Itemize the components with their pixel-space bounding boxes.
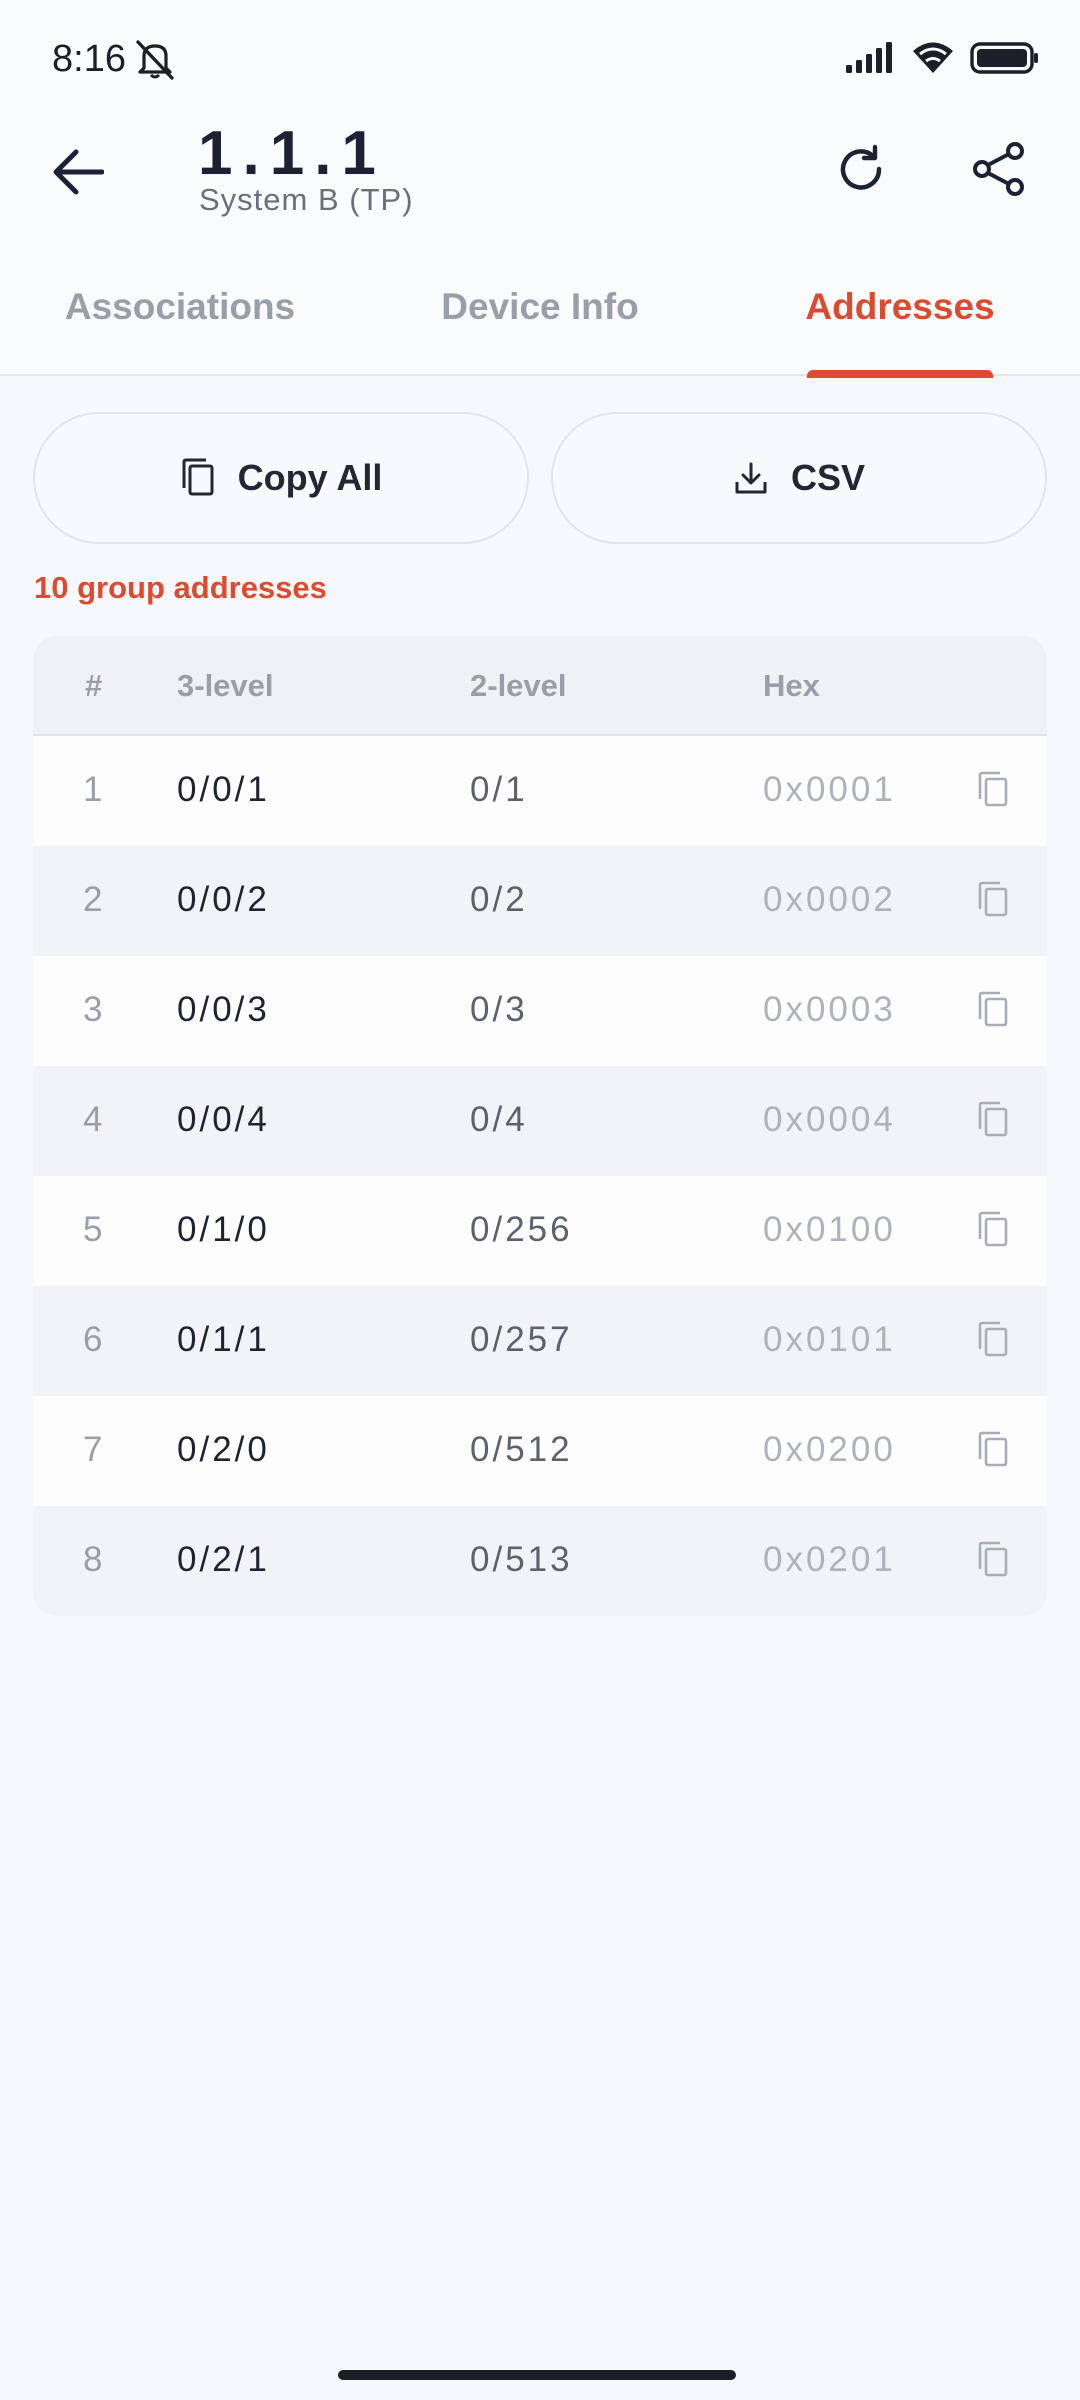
table-row: 4 0/0/4 0/4 0x0004 xyxy=(33,1066,1047,1176)
header-2-level: 2-level xyxy=(470,668,567,703)
copy-icon xyxy=(978,1431,1008,1467)
address-3-level: 0/1/0 xyxy=(177,1210,270,1249)
tab-addresses[interactable]: Addresses xyxy=(790,286,1010,328)
address-3-level: 0/0/3 xyxy=(177,990,270,1029)
table-row: 1 0/0/1 0/1 0x0001 xyxy=(33,736,1047,846)
copy-address-button[interactable] xyxy=(971,1098,1015,1142)
row-number: 8 xyxy=(83,1540,103,1579)
status-bar: 8:16 xyxy=(0,0,1080,120)
copy-address-button[interactable] xyxy=(971,878,1015,922)
page-title: 1.1.1 xyxy=(198,119,386,188)
address-hex: 0x0003 xyxy=(763,990,896,1029)
copy-address-button[interactable] xyxy=(971,1318,1015,1362)
address-3-level: 0/0/4 xyxy=(177,1100,270,1139)
table-header: # 3-level 2-level Hex xyxy=(33,636,1047,736)
address-2-level: 0/513 xyxy=(470,1540,573,1579)
address-2-level: 0/3 xyxy=(470,990,528,1029)
copy-address-button[interactable] xyxy=(971,988,1015,1032)
address-2-level: 0/4 xyxy=(470,1100,528,1139)
header-3-level: 3-level xyxy=(177,668,274,703)
copy-all-label: Copy All xyxy=(237,457,383,498)
address-2-level: 0/2 xyxy=(470,880,528,919)
header-number: # xyxy=(85,668,103,703)
copy-all-button[interactable]: Copy All xyxy=(33,412,529,544)
address-hex: 0x0101 xyxy=(763,1320,896,1359)
csv-label: CSV xyxy=(790,457,866,498)
share-button[interactable] xyxy=(966,136,1032,202)
address-hex: 0x0100 xyxy=(763,1210,896,1249)
tab-bar: Associations Device Info Addresses xyxy=(0,250,1080,376)
app-bar xyxy=(0,120,1080,250)
address-2-level: 0/256 xyxy=(470,1210,573,1249)
address-hex: 0x0004 xyxy=(763,1100,896,1139)
download-icon xyxy=(735,462,767,494)
signal-icon xyxy=(844,41,896,80)
battery-icon xyxy=(970,41,1040,80)
copy-icon xyxy=(978,1321,1008,1357)
active-tab-indicator xyxy=(807,370,993,378)
row-number: 4 xyxy=(83,1100,103,1139)
home-indicator[interactable] xyxy=(338,2370,736,2380)
table-row: 7 0/2/0 0/512 0x0200 xyxy=(33,1396,1047,1506)
address-hex: 0x0200 xyxy=(763,1430,896,1469)
status-indicators xyxy=(844,40,1040,81)
address-2-level: 0/257 xyxy=(470,1320,573,1359)
tab-device-info[interactable]: Device Info xyxy=(420,286,660,328)
copy-icon xyxy=(978,771,1008,807)
address-hex: 0x0001 xyxy=(763,770,896,809)
copy-icon xyxy=(978,1101,1008,1137)
address-3-level: 0/0/2 xyxy=(177,880,270,919)
copy-icon xyxy=(182,458,214,496)
table-row: 8 0/2/1 0/513 0x0201 xyxy=(33,1506,1047,1616)
row-number: 5 xyxy=(83,1210,103,1249)
status-time: 8:16 xyxy=(52,38,126,80)
bell-off-icon xyxy=(132,38,178,80)
row-number: 2 xyxy=(83,880,103,919)
copy-icon xyxy=(978,1541,1008,1577)
address-table: # 3-level 2-level Hex 1 0/0/1 0/1 0x0001… xyxy=(33,636,1047,1616)
row-number: 1 xyxy=(83,770,103,809)
copy-icon xyxy=(978,991,1008,1027)
table-row: 6 0/1/1 0/257 0x0101 xyxy=(33,1286,1047,1396)
table-row: 3 0/0/3 0/3 0x0003 xyxy=(33,956,1047,1066)
group-address-count: 10 group addresses xyxy=(34,570,327,605)
wifi-icon xyxy=(910,40,956,81)
back-button[interactable] xyxy=(48,142,108,202)
address-3-level: 0/2/1 xyxy=(177,1540,270,1579)
copy-address-button[interactable] xyxy=(971,1428,1015,1472)
copy-icon xyxy=(978,881,1008,917)
row-number: 6 xyxy=(83,1320,103,1359)
address-2-level: 0/512 xyxy=(470,1430,573,1469)
csv-export-button[interactable]: CSV xyxy=(551,412,1047,544)
address-3-level: 0/2/0 xyxy=(177,1430,270,1469)
copy-icon xyxy=(978,1211,1008,1247)
page-subtitle: System B (TP) xyxy=(199,182,414,217)
row-number: 3 xyxy=(83,990,103,1029)
refresh-icon xyxy=(840,144,882,190)
address-2-level: 0/1 xyxy=(470,770,528,809)
refresh-button[interactable] xyxy=(828,136,894,202)
address-3-level: 0/1/1 xyxy=(177,1320,270,1359)
table-row: 5 0/1/0 0/256 0x0100 xyxy=(33,1176,1047,1286)
header-hex: Hex xyxy=(763,668,820,703)
copy-address-button[interactable] xyxy=(971,1538,1015,1582)
row-number: 7 xyxy=(83,1430,103,1469)
tab-associations[interactable]: Associations xyxy=(40,286,320,328)
address-3-level: 0/0/1 xyxy=(177,770,270,809)
address-hex: 0x0201 xyxy=(763,1540,896,1579)
address-hex: 0x0002 xyxy=(763,880,896,919)
back-arrow-icon xyxy=(53,149,104,195)
copy-address-button[interactable] xyxy=(971,768,1015,812)
table-row: 2 0/0/2 0/2 0x0002 xyxy=(33,846,1047,956)
copy-address-button[interactable] xyxy=(971,1208,1015,1252)
share-icon xyxy=(973,142,1024,196)
